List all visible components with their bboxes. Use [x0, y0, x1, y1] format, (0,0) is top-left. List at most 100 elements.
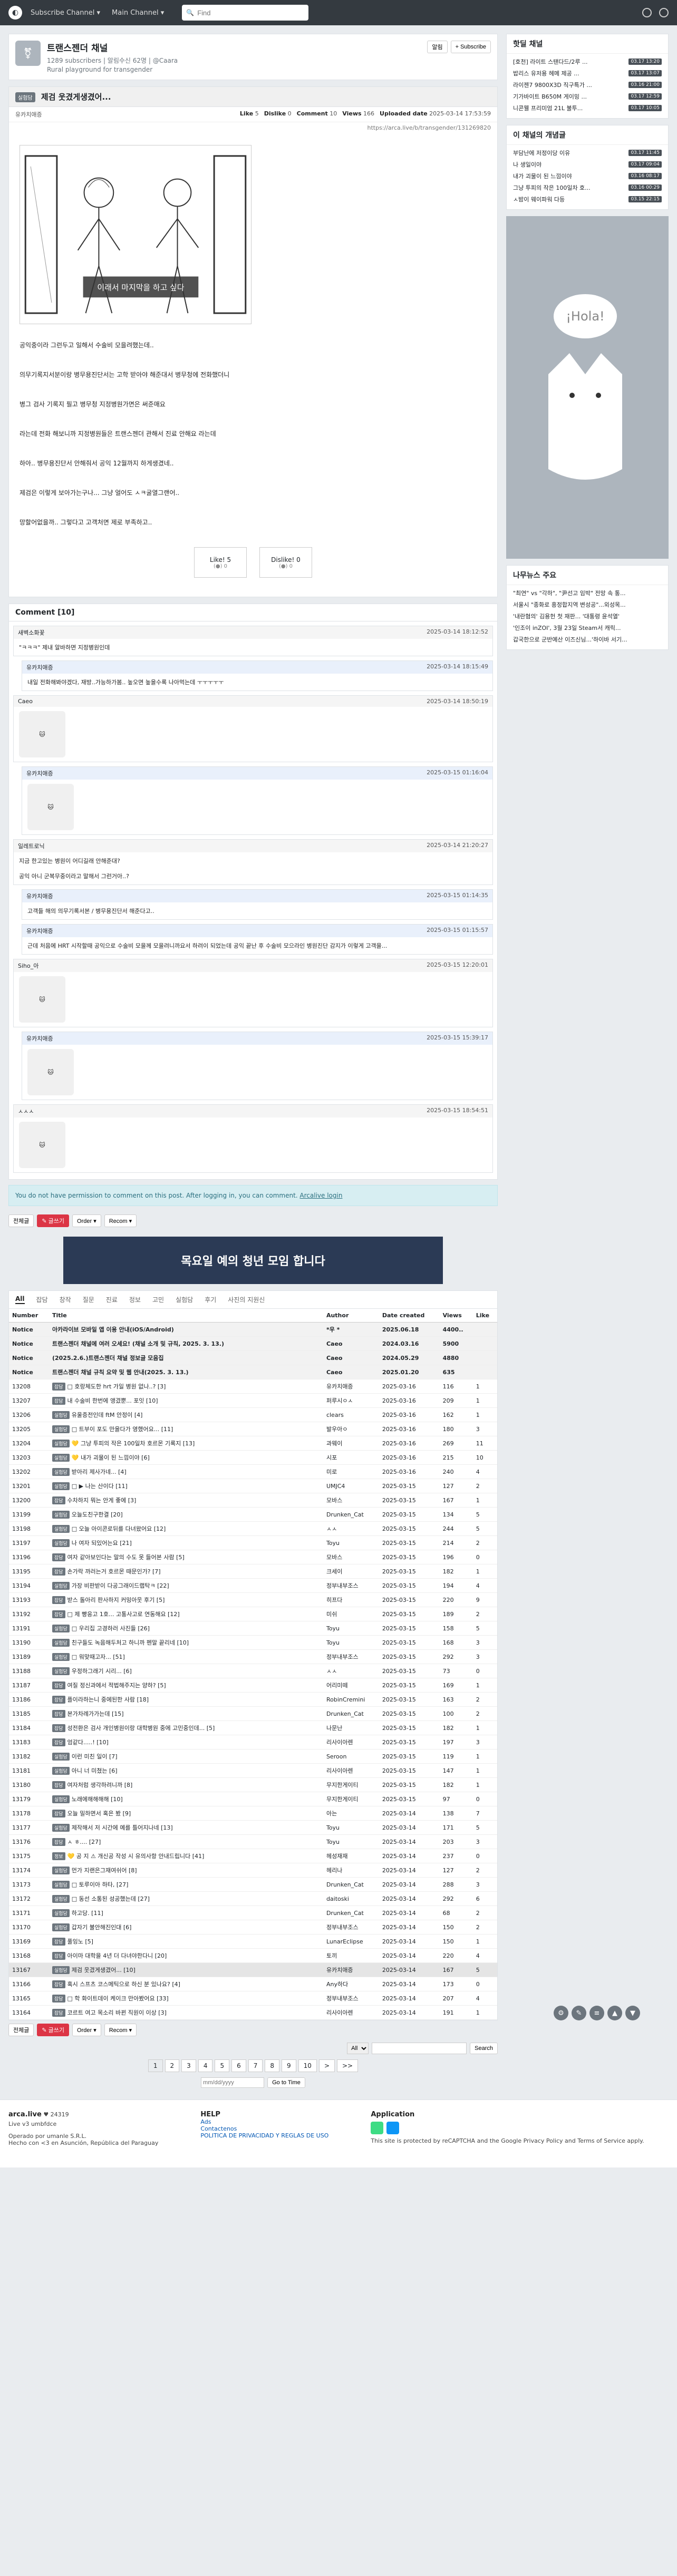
post-title-cell[interactable]: 잡담 엄같다.....! [10]: [49, 1735, 323, 1749]
post-title-cell[interactable]: 잡담 아이마 대학을 4년 더 다녀야한다니 [20]: [49, 1948, 323, 1963]
post-title[interactable]: □ 호랑체도한 hrt 가일 병원 없나..? [3]: [67, 1383, 166, 1390]
table-row[interactable]: Notice 아카라이브 모바일 앱 이용 안내(iOS/Android) *우 *…: [9, 1322, 497, 1337]
post-title-cell[interactable]: 잡담 □ 제 빵응고 1호... 고통사고로 연동해요 [12]: [49, 1607, 323, 1621]
category-tab[interactable]: 사진의 지원신: [228, 1295, 265, 1304]
table-row[interactable]: 13165 잡담 □ 학 화이트데이 케이크 만아봤어요 [33] 정부내부조스 202…: [9, 1991, 497, 2006]
page-button[interactable]: 7: [248, 2059, 263, 2072]
post-author[interactable]: 리사이아렌: [323, 1763, 379, 1778]
post-title[interactable]: □ 제 빵응고 1호... 고통사고로 연동해요 [12]: [67, 1611, 180, 1618]
post-title-cell[interactable]: 실험담 □ ▶ 나는 산이다 [11]: [49, 1479, 323, 1493]
table-row[interactable]: 13191 실험담 □ 우리집 고경하러 사진들 [26] Toyu 2025-03-1…: [9, 1621, 497, 1636]
table-row[interactable]: 13197 실험담 나 여자 되있어는요 [21] Toyu 2025-03-15 214…: [9, 1535, 497, 1550]
post-title-cell[interactable]: 실험담 💛 그냥 투피의 작은 100일차 호르몬 기록지 [13]: [49, 1436, 323, 1451]
sidebar-list-item[interactable]: 밥리스 유저용 헤메 제공 ... 03.17 13:07: [507, 67, 668, 79]
comment-author[interactable]: ㅅㅅㅅ: [18, 1107, 34, 1115]
post-author[interactable]: Caeo: [323, 1350, 379, 1365]
post-title-cell[interactable]: 잡담 □ 학 화이트데이 케이크 만아봤어요 [33]: [49, 1991, 323, 2006]
comment-author[interactable]: Caeo: [18, 698, 33, 705]
page-button[interactable]: 3: [181, 2059, 196, 2072]
post-title[interactable]: 손가락 까러는거 호르몬 때문인가? [7]: [67, 1568, 161, 1575]
post-author[interactable]: Seroon: [323, 1749, 379, 1764]
table-row[interactable]: 13167 실험담 제검 웃겼게생겼어... [10] 유카치애증 2025-03-14…: [9, 1962, 497, 1977]
table-row[interactable]: 13203 실험담 💛 내가 괴물이 된 느낌이야 [6] 시포 2025-03-16 2…: [9, 1450, 497, 1465]
page-button[interactable]: 5: [215, 2059, 230, 2072]
post-author[interactable]: 토끼: [323, 1948, 379, 1963]
table-row[interactable]: 13202 실험담 받아리 제사가네... [4] 미로 2025-03-16 240 4: [9, 1464, 497, 1479]
post-title[interactable]: 플이라하는니 중에된한 사람 [18]: [67, 1696, 149, 1703]
category-tab[interactable]: All: [15, 1295, 25, 1304]
concept-title[interactable]: 이 채널의 개념글: [507, 125, 668, 145]
comment-author[interactable]: 새벽소화꽃: [18, 628, 45, 637]
post-title[interactable]: 하고당. [11]: [72, 1910, 103, 1917]
post-title[interactable]: 나 여자 되있어는요 [21]: [72, 1540, 132, 1547]
table-row[interactable]: 13182 실험담 이런 미친 일이 [7] Seroon 2025-03-15 119 1: [9, 1749, 497, 1764]
page-button[interactable]: >: [318, 2059, 335, 2072]
post-title[interactable]: 오늘도친구한결 [20]: [72, 1511, 123, 1518]
page-button[interactable]: 4: [198, 2059, 213, 2072]
post-title[interactable]: 받아리 제사가네... [4]: [72, 1469, 127, 1475]
table-row[interactable]: 13168 잡담 아이마 대학을 4년 더 다녀야한다니 [20] 토끼 2025-03…: [9, 1948, 497, 1963]
post-title[interactable]: 여자 같아보인다는 말의 수도 못 들어본 사람 [5]: [67, 1554, 185, 1561]
post-author[interactable]: 정부내부조스: [323, 1578, 379, 1593]
news-item[interactable]: '내란혐의' 김용헌 첫 재판... '대통령 윤석열': [507, 610, 668, 622]
post-search-input[interactable]: [372, 2043, 467, 2054]
post-title-cell[interactable]: 잡담 혹시 스프츠 코스메틱으로 하신 분 있나요? [4]: [49, 1977, 323, 1991]
sidebar-item-title[interactable]: 기가바이트 B650M 게이밍 ...: [513, 92, 625, 101]
post-title[interactable]: 수차하지 뭐는 안게 좋에 [3]: [67, 1497, 137, 1504]
sidebar-list-item[interactable]: 부담난에 저정이당 이유 03.17 11:45: [507, 147, 668, 159]
post-title[interactable]: 엄같다.....! [10]: [67, 1739, 109, 1746]
post-title-cell[interactable]: 실험담 먼가 지랜은그재여쉬어 [8]: [49, 1863, 323, 1878]
comment-author[interactable]: 유카치애증: [26, 1034, 53, 1043]
channel-title[interactable]: 트랜스젠더 채널: [47, 41, 178, 54]
page-button[interactable]: 2: [165, 2059, 180, 2072]
post-title-cell[interactable]: 잡담 본가차례가가는데 [15]: [49, 1706, 323, 1721]
post-title-cell[interactable]: 실험담 하고당. [11]: [49, 1906, 323, 1920]
post-author[interactable]: 크세이: [323, 1564, 379, 1579]
table-row[interactable]: Notice (2025.2.6.)트랜스젠더 채널 정보글 모음집 Caeo 202…: [9, 1350, 497, 1365]
page-button[interactable]: 8: [265, 2059, 280, 2072]
table-row[interactable]: 13199 실험담 오늘도친구한결 [20] Drunken_Cat 2025-03-1…: [9, 1507, 497, 1522]
table-row[interactable]: 13194 실험담 가장 비판받이 다공그래이드랩탁ㅋ [22] 정부내부조스 2025…: [9, 1578, 497, 1593]
post-author[interactable]: 미로: [323, 1464, 379, 1479]
post-title[interactable]: 가장 비판받이 다공그래이드랩탁ㅋ [22]: [72, 1582, 169, 1589]
post-title[interactable]: 풀잉노 [5]: [67, 1938, 93, 1945]
post-title-cell[interactable]: 실험담 나 여자 되있어는요 [21]: [49, 1535, 323, 1550]
comment-author[interactable]: 유카치애증: [26, 663, 53, 672]
post-title[interactable]: 트랜스젠더 채널 규칙 요약 및 웹 안내(2025. 3. 13.): [52, 1369, 189, 1376]
post-author[interactable]: 발우아ㅇ: [323, 1422, 379, 1436]
post-author[interactable]: Drunken_Cat: [323, 1906, 379, 1920]
sidebar-list-item[interactable]: 내가 괴물이 된 느낌이야 03.16 08:17: [507, 170, 668, 182]
sidebar-list-item[interactable]: 라이젠7 9800X3D 직구특가 ... 03.16 21:00: [507, 79, 668, 91]
post-title-cell[interactable]: 트랜스젠더 채널에 여러 오세요! (채널 소개 및 규칙, 2025. 3. …: [49, 1336, 323, 1351]
recom-dropdown[interactable]: Recom ▾: [104, 1214, 137, 1227]
contact-link[interactable]: Contactenos: [200, 2125, 237, 2132]
notification-icon[interactable]: [642, 8, 652, 17]
post-title-cell[interactable]: 실험담 □ 동선 소통된 성공했는데 [27]: [49, 1891, 323, 1906]
post-title[interactable]: 우정하그래기 시리... [6]: [72, 1668, 132, 1675]
order-dropdown[interactable]: Order ▾: [72, 1214, 101, 1227]
post-author[interactable]: ㅅㅅ: [323, 1664, 379, 1678]
post-title-cell[interactable]: 잡담 손가락 까러는거 호르몬 때문인가? [7]: [49, 1564, 323, 1579]
subscribe-button[interactable]: + Subscribe: [450, 41, 491, 53]
post-title-cell[interactable]: 잡담 성전환은 검사 개인병원이랑 대학병원 중에 고민중인데... [5]: [49, 1720, 323, 1735]
category-tab[interactable]: 진료: [106, 1295, 118, 1304]
post-title[interactable]: 갑자기 불안해진인대 [6]: [72, 1924, 132, 1931]
post-title[interactable]: □ 오늘 아이콘로뒤를 다녀왔어요 [12]: [72, 1525, 166, 1532]
scroll-down-icon[interactable]: ▼: [625, 2006, 640, 2020]
news-item[interactable]: 서울시 "종화로 흥정합지역 변성공"...외성목...: [507, 599, 668, 610]
list-icon[interactable]: ≡: [589, 2006, 604, 2020]
sidebar-ad[interactable]: ¡Hola!: [506, 216, 669, 559]
post-author[interactable]: *우 *: [323, 1322, 379, 1337]
post-title-cell[interactable]: 잡담 코르트 여고 목소리 바뀐 직원이 이상 [3]: [49, 2005, 323, 2020]
post-author[interactable]: 시포: [323, 1450, 379, 1465]
post-author[interactable]: Drunken_Cat: [323, 1507, 379, 1522]
category-tab[interactable]: 후기: [205, 1295, 216, 1304]
search-box[interactable]: 🔍: [182, 5, 309, 21]
post-author[interactable]: 헤리나: [323, 1863, 379, 1878]
page-button[interactable]: 1: [148, 2059, 163, 2072]
table-row[interactable]: 13193 잡담 받스 돌아리 판사하지 커밍아웃 후기 [5] 히프다 2025-03…: [9, 1592, 497, 1607]
post-title[interactable]: 💛 그냥 투피의 작은 100일차 호르몬 기록지 [13]: [72, 1440, 195, 1447]
comment-author[interactable]: 유카치애증: [26, 892, 53, 900]
page-button[interactable]: >>: [337, 2059, 359, 2072]
table-row[interactable]: 13178 잡담 오늘 밀하면서 혹은 봤 [9] 아는 2025-03-14 138 7: [9, 1806, 497, 1821]
